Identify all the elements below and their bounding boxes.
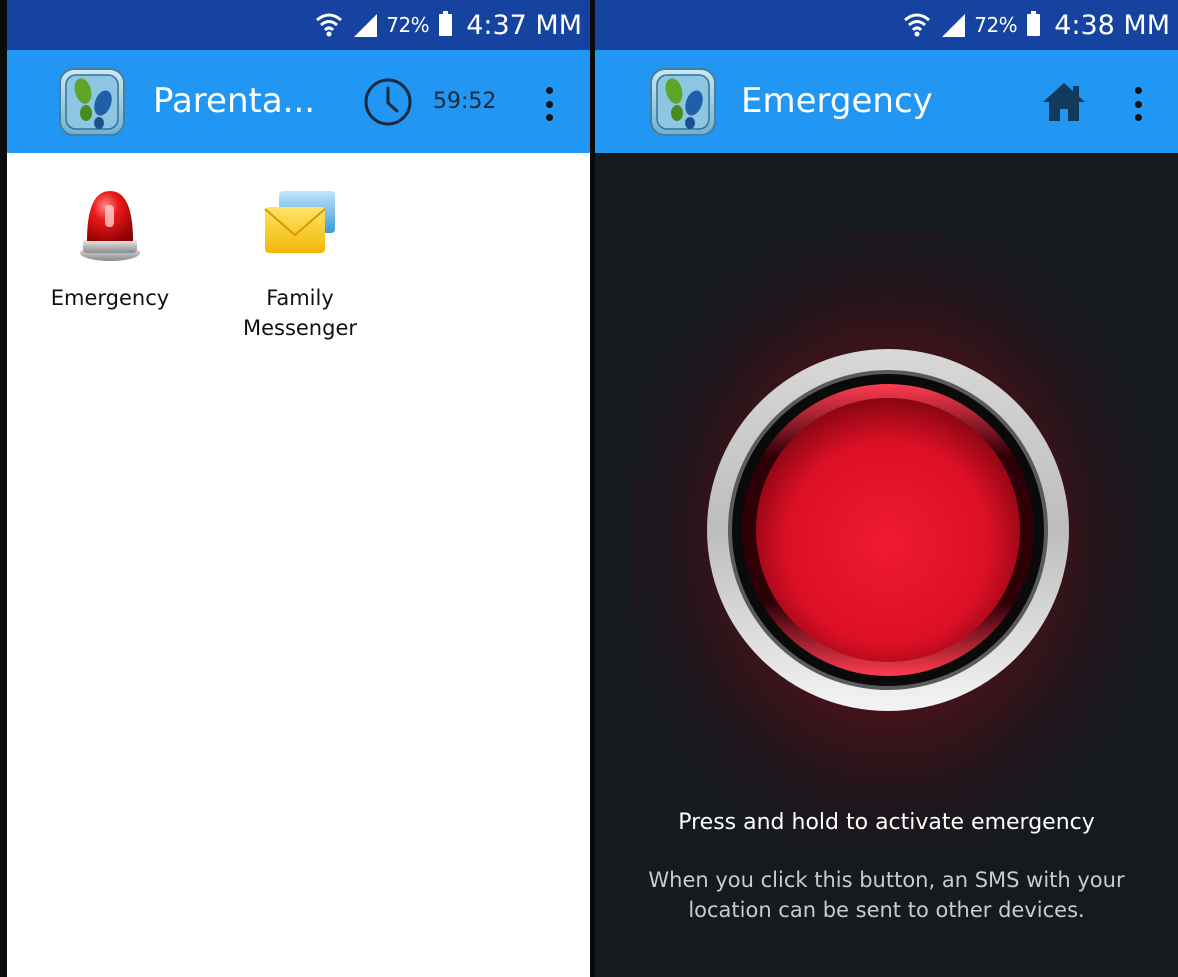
signal-icon: [354, 14, 378, 37]
wifi-icon: [316, 13, 343, 37]
status-time: 4:38 MM: [1054, 9, 1170, 41]
time-remaining[interactable]: 59:52: [433, 50, 496, 153]
status-bar: 72% 4:38 MM: [595, 0, 1178, 50]
emergency-screen: 72% 4:38 MM Emergency Press and hold to …: [595, 0, 1178, 977]
screen-title: Emergency: [741, 81, 933, 121]
battery-percent: 72%: [386, 13, 430, 37]
siren-icon: [80, 191, 140, 261]
app-label-emergency: Emergency: [50, 286, 170, 310]
footprints-logo-icon: [650, 68, 716, 136]
sms-description-line2: location can be sent to other devices.: [688, 898, 1085, 922]
battery-icon: [439, 11, 453, 36]
status-bar: 72% 4:37 MM: [7, 0, 590, 50]
app-bar: Parenta... 59:52: [7, 50, 590, 153]
battery-percent: 72%: [974, 13, 1018, 37]
app-label-messenger: Messenger: [242, 316, 358, 340]
sms-description: When you click this button, an SMS with …: [615, 865, 1158, 925]
overflow-menu-icon[interactable]: [545, 87, 553, 121]
battery-icon: [1027, 11, 1041, 36]
app-label-family: Family: [266, 286, 334, 310]
app-tile-family-messenger[interactable]: Family Messenger: [225, 183, 375, 343]
envelope-icon: [264, 191, 335, 253]
parental-home-screen: 72% 4:37 MM Parenta... 59:52 Emergency F…: [7, 0, 590, 977]
footprints-logo-icon: [59, 68, 125, 136]
press-hold-instruction: Press and hold to activate emergency: [678, 810, 1095, 835]
clock-icon[interactable]: [363, 77, 413, 127]
app-title: Parenta...: [153, 81, 316, 121]
home-icon[interactable]: [1041, 80, 1087, 124]
app-bar: Emergency: [595, 50, 1178, 153]
emergency-button[interactable]: [705, 347, 1071, 713]
sms-description-line1: When you click this button, an SMS with …: [648, 868, 1125, 892]
status-time: 4:37 MM: [466, 9, 582, 41]
app-tile-emergency[interactable]: Emergency: [35, 183, 185, 313]
signal-icon: [942, 14, 966, 37]
overflow-menu-icon[interactable]: [1134, 87, 1142, 121]
wifi-icon: [904, 13, 931, 37]
